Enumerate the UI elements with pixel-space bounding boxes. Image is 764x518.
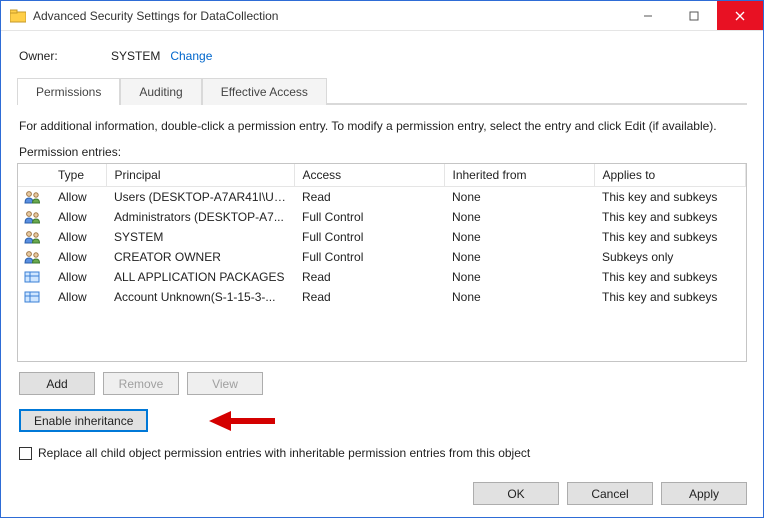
dialog-footer: OK Cancel Apply	[1, 472, 763, 517]
table-row[interactable]: AllowAccount Unknown(S-1-15-3-...ReadNon…	[18, 287, 746, 307]
col-principal[interactable]: Principal	[106, 164, 294, 187]
tab-auditing[interactable]: Auditing	[120, 78, 201, 105]
security-settings-window: Advanced Security Settings for DataColle…	[0, 0, 764, 518]
cell-type: Allow	[50, 227, 106, 247]
cell-inherited: None	[444, 227, 594, 247]
owner-row: Owner: SYSTEM Change	[19, 49, 747, 63]
replace-children-checkbox[interactable]	[19, 447, 32, 460]
cell-applies: This key and subkeys	[594, 187, 746, 207]
cell-applies: Subkeys only	[594, 247, 746, 267]
cell-access: Read	[294, 267, 444, 287]
minimize-button[interactable]	[625, 1, 671, 30]
cancel-button[interactable]: Cancel	[567, 482, 653, 505]
table-row[interactable]: AllowAdministrators (DESKTOP-A7...Full C…	[18, 207, 746, 227]
remove-button: Remove	[103, 372, 179, 395]
ok-button[interactable]: OK	[473, 482, 559, 505]
maximize-button[interactable]	[671, 1, 717, 30]
table-row[interactable]: AllowALL APPLICATION PACKAGESReadNoneThi…	[18, 267, 746, 287]
cell-applies: This key and subkeys	[594, 287, 746, 307]
view-button: View	[187, 372, 263, 395]
cell-inherited: None	[444, 287, 594, 307]
cell-type: Allow	[50, 187, 106, 207]
users-icon	[18, 187, 50, 207]
owner-value: SYSTEM	[111, 49, 160, 63]
tab-permissions[interactable]: Permissions	[17, 78, 120, 105]
col-type[interactable]: Type	[50, 164, 106, 187]
cell-principal: CREATOR OWNER	[106, 247, 294, 267]
red-arrow-annotation	[209, 407, 279, 438]
replace-children-label: Replace all child object permission entr…	[38, 446, 530, 460]
cell-applies: This key and subkeys	[594, 227, 746, 247]
hint-text: For additional information, double-click…	[19, 119, 745, 133]
cell-access: Read	[294, 187, 444, 207]
users-icon	[18, 247, 50, 267]
grid-header-row: Type Principal Access Inherited from App…	[18, 164, 746, 187]
cell-inherited: None	[444, 247, 594, 267]
cell-access: Full Control	[294, 227, 444, 247]
titlebar: Advanced Security Settings for DataColle…	[1, 1, 763, 31]
owner-label: Owner:	[19, 49, 111, 63]
cell-access: Read	[294, 287, 444, 307]
apply-button[interactable]: Apply	[661, 482, 747, 505]
cell-principal: Administrators (DESKTOP-A7...	[106, 207, 294, 227]
cell-type: Allow	[50, 287, 106, 307]
cell-type: Allow	[50, 207, 106, 227]
cell-principal: Account Unknown(S-1-15-3-...	[106, 287, 294, 307]
cell-access: Full Control	[294, 207, 444, 227]
folder-icon	[9, 7, 27, 25]
col-inherited[interactable]: Inherited from	[444, 164, 594, 187]
permission-entries-grid[interactable]: Type Principal Access Inherited from App…	[17, 163, 747, 362]
client-area: Owner: SYSTEM Change Permissions Auditin…	[1, 31, 763, 472]
cell-access: Full Control	[294, 247, 444, 267]
col-access[interactable]: Access	[294, 164, 444, 187]
add-button[interactable]: Add	[19, 372, 95, 395]
users-icon	[18, 207, 50, 227]
cell-principal: SYSTEM	[106, 227, 294, 247]
replace-children-row[interactable]: Replace all child object permission entr…	[19, 446, 745, 460]
table-row[interactable]: AllowUsers (DESKTOP-A7AR41I\Us...ReadNon…	[18, 187, 746, 207]
table-row[interactable]: AllowSYSTEMFull ControlNoneThis key and …	[18, 227, 746, 247]
entry-buttons: Add Remove View	[19, 372, 745, 395]
close-button[interactable]	[717, 1, 763, 30]
table-row[interactable]: AllowCREATOR OWNERFull ControlNoneSubkey…	[18, 247, 746, 267]
col-applies[interactable]: Applies to	[594, 164, 746, 187]
users-icon	[18, 227, 50, 247]
cell-principal: ALL APPLICATION PACKAGES	[106, 267, 294, 287]
tab-effective-access[interactable]: Effective Access	[202, 78, 327, 105]
window-controls	[625, 1, 763, 30]
cell-inherited: None	[444, 187, 594, 207]
cell-type: Allow	[50, 247, 106, 267]
change-owner-link[interactable]: Change	[170, 49, 212, 63]
permissions-tab-page: For additional information, double-click…	[17, 104, 747, 464]
enable-inheritance-button[interactable]: Enable inheritance	[19, 409, 148, 432]
cell-applies: This key and subkeys	[594, 267, 746, 287]
tab-strip: Permissions Auditing Effective Access	[17, 77, 747, 104]
package-icon	[18, 287, 50, 307]
cell-applies: This key and subkeys	[594, 207, 746, 227]
cell-inherited: None	[444, 207, 594, 227]
window-title: Advanced Security Settings for DataColle…	[33, 9, 625, 23]
entries-label: Permission entries:	[19, 145, 745, 159]
cell-principal: Users (DESKTOP-A7AR41I\Us...	[106, 187, 294, 207]
package-icon	[18, 267, 50, 287]
cell-type: Allow	[50, 267, 106, 287]
cell-inherited: None	[444, 267, 594, 287]
